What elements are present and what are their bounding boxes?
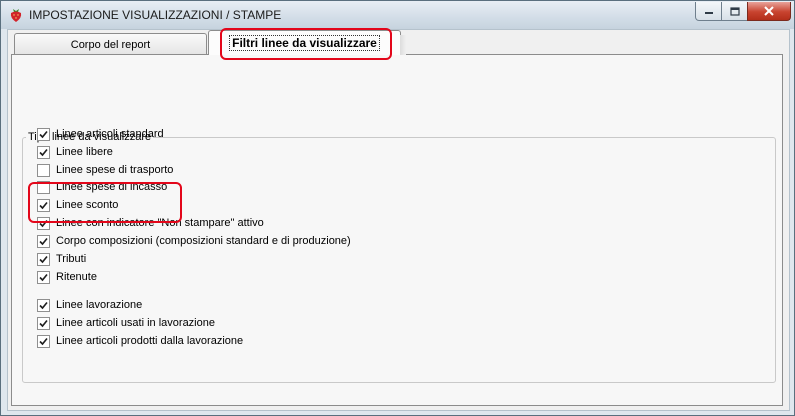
checkbox-label: Linee libere [56, 146, 113, 158]
checkmark-icon [39, 301, 48, 309]
checkbox-row[interactable]: Linee libere [37, 144, 113, 160]
dialog-client-area: Corpo del report Filtri linee da visuali… [7, 29, 790, 411]
tab-label: Corpo del report [70, 38, 151, 51]
checkbox-label: Corpo composizioni (composizioni standar… [56, 235, 351, 247]
checkbox-label: Linee sconto [56, 199, 119, 211]
close-icon [764, 6, 774, 16]
tab-corpo-del-report[interactable]: Corpo del report [14, 33, 207, 55]
checkbox-row[interactable]: Linee spese di trasporto [37, 162, 173, 178]
checkbox-checked[interactable] [37, 216, 50, 230]
minimize-button[interactable] [695, 2, 722, 21]
checkbox-checked[interactable] [37, 234, 50, 248]
tab-panel: Tipo linee da visualizzare Linee articol… [11, 54, 783, 406]
checkbox-checked[interactable] [37, 127, 50, 141]
checkbox-row[interactable]: Linee sconto [37, 197, 118, 213]
checkmark-icon [39, 219, 48, 227]
dialog-window: IMPOSTAZIONE VISUALIZZAZIONI / STAMPE Co… [0, 0, 795, 416]
checkbox-label: Linee articoli standard [56, 128, 164, 140]
checkbox-row[interactable]: Linee con indicatore "Non stampare" atti… [37, 215, 264, 231]
checkmark-icon [39, 255, 48, 263]
checkbox-label: Linee spese di trasporto [56, 164, 174, 176]
checkbox-row[interactable]: Linee articoli usati in lavorazione [37, 315, 215, 331]
checkbox-label: Linee spese di incasso [56, 181, 168, 193]
tab-filtri-linee[interactable]: Filtri linee da visualizzare [208, 30, 406, 55]
checkmark-icon [39, 130, 48, 138]
checkbox-label: Linee con indicatore "Non stampare" atti… [56, 217, 264, 229]
checkbox-label: Linee lavorazione [56, 299, 143, 311]
close-button[interactable] [747, 2, 791, 21]
checkmark-icon [39, 319, 48, 327]
checkbox-label: Tributi [56, 253, 87, 265]
checkbox-checked[interactable] [37, 298, 50, 312]
title-bar[interactable]: IMPOSTAZIONE VISUALIZZAZIONI / STAMPE [1, 1, 794, 29]
checkbox-row[interactable]: Ritenute [37, 269, 97, 285]
checkbox-checked[interactable] [37, 334, 50, 348]
checkbox-unchecked[interactable] [37, 163, 50, 177]
checkbox-checked[interactable] [37, 145, 50, 159]
checkbox-row[interactable]: Linee articoli standard [37, 126, 164, 142]
checkbox-checked[interactable] [37, 252, 50, 266]
checkmark-icon [39, 337, 48, 345]
checkbox-checked[interactable] [37, 316, 50, 330]
checkbox-row[interactable]: Linee lavorazione [37, 297, 142, 313]
checkbox-row[interactable]: Linee articoli prodotti dalla lavorazion… [37, 333, 243, 349]
strawberry-icon [10, 9, 22, 22]
minimize-icon [704, 12, 713, 14]
checkbox-label: Ritenute [56, 271, 97, 283]
window-title: IMPOSTAZIONE VISUALIZZAZIONI / STAMPE [29, 8, 282, 22]
checkmark-icon [39, 148, 48, 156]
checkbox-checked[interactable] [37, 198, 50, 212]
checkmark-icon [39, 201, 48, 209]
checkmark-icon [39, 237, 48, 245]
checkbox-checked[interactable] [37, 270, 50, 284]
checkbox-label: Linee articoli prodotti dalla lavorazion… [56, 335, 244, 347]
checkbox-label: Linee articoli usati in lavorazione [56, 317, 215, 329]
checkbox-row[interactable]: Linee spese di incasso [37, 179, 167, 195]
tab-label: Filtri linee da visualizzare [229, 35, 380, 51]
maximize-button[interactable] [721, 2, 748, 21]
checkbox-unchecked[interactable] [37, 180, 50, 194]
maximize-icon [729, 6, 740, 16]
checkmark-icon [39, 273, 48, 281]
checkbox-row[interactable]: Corpo composizioni (composizioni standar… [37, 233, 351, 249]
checkbox-row[interactable]: Tributi [37, 251, 86, 267]
